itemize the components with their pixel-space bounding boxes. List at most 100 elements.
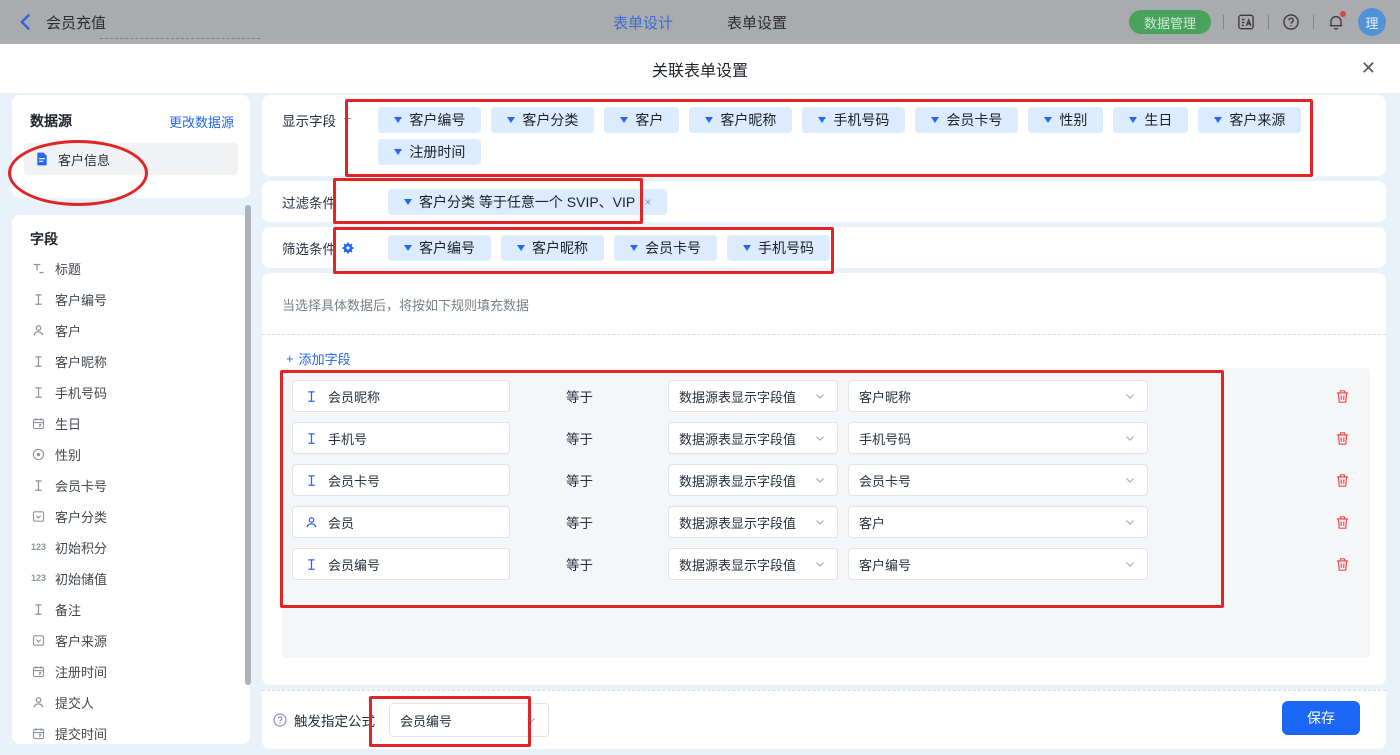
- add-field-link[interactable]: + 添加字段: [286, 349, 351, 368]
- rule-value-select[interactable]: 会员卡号: [848, 464, 1148, 496]
- chevron-down-icon: [1123, 389, 1137, 403]
- delete-row-button[interactable]: [1334, 388, 1351, 405]
- display-field-tag[interactable]: 客户编号: [378, 107, 481, 133]
- field-list-item[interactable]: 会员卡号: [12, 470, 250, 501]
- delete-row-button[interactable]: [1334, 472, 1351, 489]
- rule-value-select[interactable]: 客户: [848, 506, 1148, 538]
- rule-source-select[interactable]: 数据源表显示字段值: [668, 380, 838, 412]
- display-field-tag[interactable]: 性别: [1028, 107, 1103, 133]
- field-list-item[interactable]: 提交时间: [12, 718, 250, 744]
- tab-form-design[interactable]: 表单设计: [613, 12, 673, 33]
- field-list-item[interactable]: 客户分类: [12, 501, 250, 532]
- screen-condition-tag[interactable]: 会员卡号: [614, 235, 717, 261]
- close-icon[interactable]: ✕: [1361, 56, 1376, 80]
- field-list-item[interactable]: 客户昵称: [12, 346, 250, 377]
- gear-icon[interactable]: [341, 241, 355, 255]
- rule-value-select[interactable]: 客户昵称: [848, 380, 1148, 412]
- rule-field-input[interactable]: 会员编号: [292, 548, 510, 580]
- tag-label: 注册时间: [409, 142, 465, 162]
- notification-bell-icon[interactable]: [1326, 12, 1346, 32]
- field-list-item[interactable]: 性别: [12, 439, 250, 470]
- field-list-item-label: 提交时间: [55, 724, 107, 743]
- delete-row-button[interactable]: [1334, 556, 1351, 573]
- add-display-field-button[interactable]: +: [343, 111, 352, 129]
- display-field-tag[interactable]: 客户分类: [491, 107, 594, 133]
- help-icon[interactable]: [1281, 12, 1301, 32]
- rule-field-input[interactable]: 会员卡号: [292, 464, 510, 496]
- caret-down-icon: [517, 245, 525, 251]
- display-field-tag[interactable]: 会员卡号: [915, 107, 1018, 133]
- translate-icon[interactable]: [1236, 12, 1256, 32]
- field-list-item[interactable]: 提交人: [12, 687, 250, 718]
- screen-condition-tag[interactable]: 客户编号: [388, 235, 491, 261]
- save-button[interactable]: 保存: [1282, 701, 1360, 735]
- field-list-item[interactable]: 客户编号: [12, 284, 250, 315]
- remove-filter-icon[interactable]: ×: [644, 195, 651, 209]
- data-manage-button[interactable]: 数据管理: [1129, 10, 1211, 34]
- divider: [1268, 15, 1269, 29]
- rule-value-select[interactable]: 手机号码: [848, 422, 1148, 454]
- date-icon: [31, 726, 46, 741]
- trigger-formula-select[interactable]: 会员编号: [389, 703, 549, 737]
- rule-source-select[interactable]: 数据源表显示字段值: [668, 464, 838, 496]
- field-list-item[interactable]: 标题: [12, 253, 250, 284]
- screen-condition-tag[interactable]: 手机号码: [727, 235, 830, 261]
- display-field-tag[interactable]: 注册时间: [378, 139, 481, 165]
- field-list-item[interactable]: 手机号码: [12, 377, 250, 408]
- tag-label: 客户: [635, 110, 663, 130]
- display-field-tag[interactable]: 客户: [604, 107, 679, 133]
- field-list-item-label: 客户分类: [55, 507, 107, 526]
- field-list-item[interactable]: 注册时间: [12, 656, 250, 687]
- avatar[interactable]: 理: [1358, 8, 1386, 36]
- screen-condition-tag[interactable]: 客户昵称: [501, 235, 604, 261]
- rule-field-input[interactable]: 会员: [292, 506, 510, 538]
- sidebar-scrollbar[interactable]: [245, 205, 251, 685]
- field-list-item[interactable]: 生日: [12, 408, 250, 439]
- text-icon: [31, 292, 46, 307]
- caret-down-icon: [818, 117, 826, 123]
- tab-form-settings[interactable]: 表单设置: [727, 12, 787, 33]
- form-name[interactable]: 会员充值: [46, 12, 106, 33]
- rule-source-value: 数据源表显示字段值: [679, 513, 796, 532]
- chevron-down-icon: [813, 473, 827, 487]
- delete-row-button[interactable]: [1334, 514, 1351, 531]
- rule-source-select[interactable]: 数据源表显示字段值: [668, 548, 838, 580]
- change-datasource-link[interactable]: 更改数据源: [169, 112, 234, 131]
- back-chevron-icon[interactable]: [16, 12, 36, 32]
- field-list-item-label: 客户来源: [55, 631, 107, 650]
- rule-field-input[interactable]: 会员昵称: [292, 380, 510, 412]
- chevron-down-icon: [1123, 557, 1137, 571]
- rule-source-select[interactable]: 数据源表显示字段值: [668, 506, 838, 538]
- rule-source-select[interactable]: 数据源表显示字段值: [668, 422, 838, 454]
- field-list-item[interactable]: 备注: [12, 594, 250, 625]
- chevron-down-icon: [813, 515, 827, 529]
- datasource-title: 数据源: [30, 111, 72, 131]
- modal-header: 关联表单设置 ✕: [0, 44, 1400, 93]
- filter-condition-tag[interactable]: 客户分类 等于任意一个 SVIP、VIP ×: [388, 189, 667, 215]
- tag-label: 会员卡号: [645, 238, 701, 258]
- caret-down-icon: [1129, 117, 1137, 123]
- caret-down-icon: [404, 199, 412, 205]
- equals-label: 等于: [566, 386, 594, 406]
- display-field-tag[interactable]: 客户昵称: [689, 107, 792, 133]
- caret-down-icon: [630, 245, 638, 251]
- rule-value-select[interactable]: 客户编号: [848, 548, 1148, 580]
- question-circle-icon[interactable]: [272, 712, 288, 728]
- field-list-item[interactable]: 123 初始储值: [12, 563, 250, 594]
- fields-card: 字段 标题 客户编号 客户 客户昵称 手机号码: [12, 215, 250, 744]
- caret-down-icon: [404, 245, 412, 251]
- field-list-item[interactable]: 123 初始积分: [12, 532, 250, 563]
- field-list-item[interactable]: 客户: [12, 315, 250, 346]
- display-field-tags: 客户编号 客户分类 客户 客户昵称: [378, 107, 1338, 165]
- rule-value: 客户: [859, 513, 885, 532]
- display-field-tag[interactable]: 手机号码: [802, 107, 905, 133]
- field-list-item[interactable]: 客户来源: [12, 625, 250, 656]
- text-icon: [31, 354, 46, 369]
- datasource-item[interactable]: 客户信息: [24, 143, 238, 175]
- delete-row-button[interactable]: [1334, 430, 1351, 447]
- tag-label: 客户分类: [522, 110, 578, 130]
- display-field-tag[interactable]: 客户来源: [1198, 107, 1301, 133]
- display-field-tag[interactable]: 生日: [1113, 107, 1188, 133]
- fields-title: 字段: [30, 231, 58, 247]
- rule-field-input[interactable]: 手机号: [292, 422, 510, 454]
